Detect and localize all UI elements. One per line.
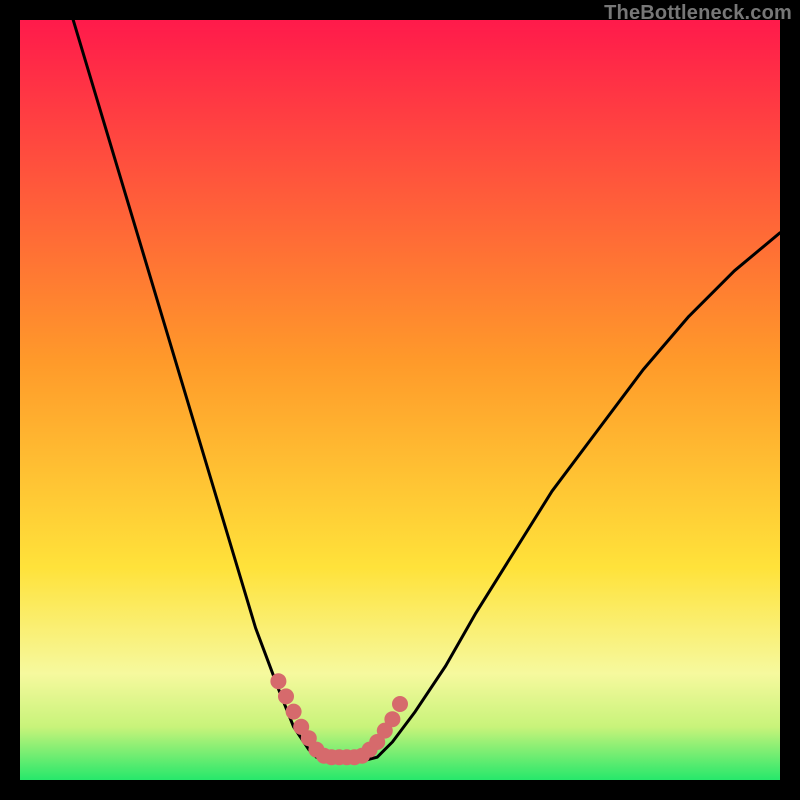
bottleneck-chart xyxy=(20,20,780,780)
marker-dot xyxy=(278,688,294,704)
gradient-background xyxy=(20,20,780,780)
marker-dot xyxy=(384,711,400,727)
plot-frame xyxy=(20,20,780,780)
marker-dot xyxy=(286,704,302,720)
marker-dot xyxy=(270,673,286,689)
marker-dot xyxy=(392,696,408,712)
watermark-text: TheBottleneck.com xyxy=(604,2,792,25)
